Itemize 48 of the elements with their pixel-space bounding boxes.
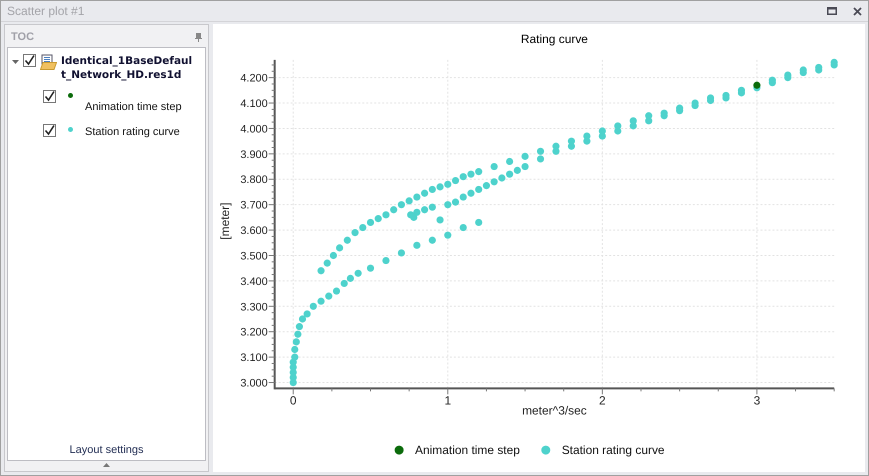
checkbox[interactable] <box>43 124 56 136</box>
maximize-icon[interactable] <box>827 7 837 15</box>
data-point <box>521 152 529 160</box>
data-point <box>398 249 405 257</box>
expand-caret-icon[interactable] <box>12 58 19 65</box>
layer-name[interactable]: Identical_1BaseDefault_Network_HD.res1d <box>61 54 195 82</box>
tick-label: 3.400 <box>240 276 268 288</box>
tick-label: 3.500 <box>240 250 268 262</box>
tick-label: 1 <box>444 393 452 408</box>
tick-label: 3.300 <box>240 301 268 314</box>
data-point <box>413 242 420 249</box>
tick-label: 0 <box>290 393 297 408</box>
layer-name[interactable]: Station rating curve <box>85 124 180 140</box>
tick-label: 4.000 <box>240 123 268 136</box>
data-point <box>490 162 498 170</box>
legend-label: Station rating curve <box>562 443 665 458</box>
data-point <box>436 216 444 224</box>
tick-label: 3.100 <box>240 352 268 364</box>
expand-arrow-icon[interactable] <box>103 463 110 467</box>
legend-label: Animation time step <box>415 443 520 458</box>
tick-label: 3.600 <box>240 225 268 238</box>
chart-title: Rating curve <box>520 32 588 46</box>
axis-title: meter^3/sec <box>522 403 587 418</box>
layer-folder-icon <box>40 54 57 70</box>
tick-label: 3.900 <box>240 148 268 161</box>
checkbox[interactable] <box>23 54 36 67</box>
layout-settings-link[interactable]: Layout settings <box>70 444 144 456</box>
tick-label: 3.700 <box>240 200 268 212</box>
data-point <box>366 264 374 272</box>
data-point <box>428 236 436 244</box>
close-icon[interactable] <box>853 6 862 16</box>
tick-label: 3.000 <box>240 378 268 390</box>
pin-icon[interactable] <box>195 32 202 42</box>
tick-label: 3.800 <box>240 174 268 186</box>
tick-label: 2 <box>599 393 606 408</box>
data-point <box>475 218 482 226</box>
data-point <box>444 232 452 239</box>
layer-name[interactable]: Animation time step <box>85 99 182 116</box>
tick-label: 3 <box>754 393 760 408</box>
tick-label: 4.100 <box>240 98 268 110</box>
tick-label: 4.200 <box>240 72 268 85</box>
tick-label: 3.200 <box>240 326 268 339</box>
toc-title: TOC <box>11 30 34 45</box>
data-point <box>382 256 390 264</box>
axis-title: [meter] <box>218 202 232 240</box>
window-title: Scatter plot #1 <box>7 3 84 20</box>
data-point <box>460 224 467 232</box>
checkbox[interactable] <box>43 90 56 103</box>
